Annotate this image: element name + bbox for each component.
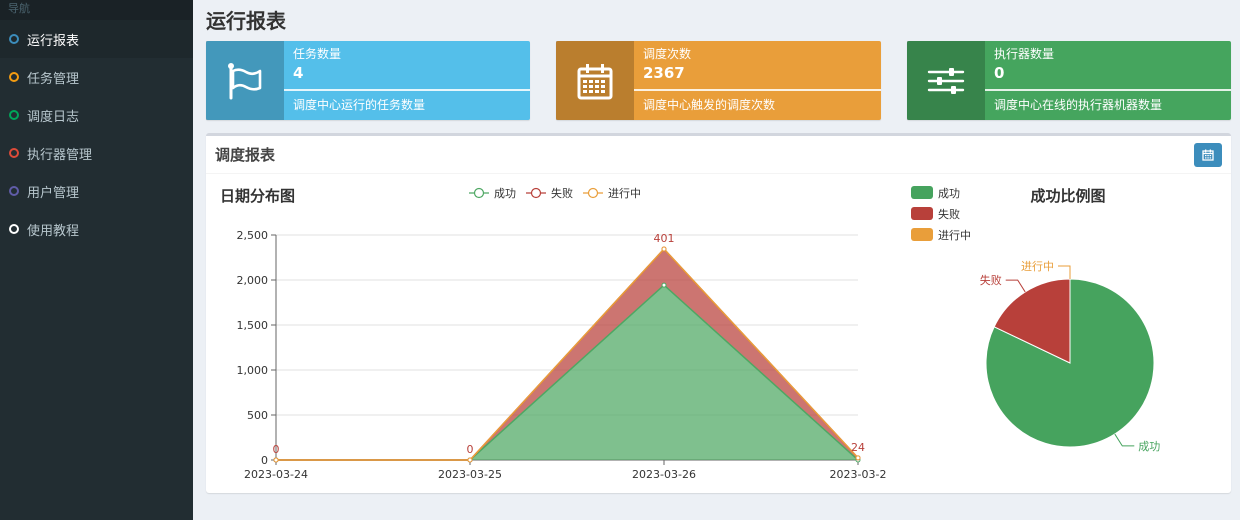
sliders-icon (907, 41, 985, 120)
sidebar-item[interactable]: 调度日志 (0, 96, 193, 134)
sidebar-item[interactable]: 使用教程 (0, 210, 193, 248)
sidebar-item[interactable]: 运行报表 (0, 20, 193, 58)
legend-item: 进行中 (583, 187, 641, 200)
page-title: 运行报表 (206, 9, 286, 33)
data-label: 0 (273, 443, 280, 456)
legend-marker (530, 187, 542, 199)
legend-item: 成功 (469, 187, 516, 200)
legend-swatch (911, 228, 933, 241)
data-point (855, 455, 861, 461)
calendar-icon (556, 41, 634, 120)
legend-swatch (911, 207, 933, 220)
pie-leader-line (1005, 279, 1026, 293)
data-label: 401 (654, 232, 675, 245)
date-distribution-chart: 日期分布图 成功 失败 进行中 0 500 1,000 1,500 2,000 2,500 2023… (220, 186, 887, 481)
x-tick-label: 2023-03-2 (830, 468, 887, 481)
schedule-report-panel: 调度报表 日期分布图 成功 失败 进行中 0 500 1,000 1,500 2,000 2,50… (206, 133, 1231, 493)
card-label: 任务数量 (293, 47, 342, 61)
sidebar-item-label: 执行器管理 (27, 147, 93, 163)
sidebar-item-label: 使用教程 (27, 223, 80, 239)
pie-label: 成功 (1138, 440, 1160, 453)
sidebar-header: 导航 (0, 0, 193, 20)
sidebar-item[interactable]: 任务管理 (0, 58, 193, 96)
legend-label: 成功 (494, 187, 516, 200)
card-desc: 调度中心触发的调度次数 (643, 98, 776, 112)
data-label: 24 (851, 441, 865, 454)
data-point (661, 282, 667, 288)
card-progress (985, 89, 1231, 91)
circle-icon (9, 186, 19, 196)
legend-marker (473, 187, 485, 199)
y-tick-label: 500 (247, 409, 268, 422)
legend-item: 失败 (911, 207, 960, 221)
data-point (273, 457, 279, 463)
info-box-schedule-count: 调度次数 2367 调度中心触发的调度次数 (556, 41, 881, 120)
circle-icon (9, 148, 19, 158)
x-tick-label: 2023-03-25 (438, 468, 502, 481)
y-tick-label: 2,500 (237, 229, 269, 242)
pie-title: 成功比例图 (1030, 187, 1105, 205)
legend-label: 失败 (938, 207, 960, 221)
card-value: 2367 (643, 64, 685, 82)
circle-icon (9, 110, 19, 120)
sidebar-item[interactable]: 用户管理 (0, 172, 193, 210)
legend-label: 进行中 (608, 187, 641, 200)
sidebar-item[interactable]: 执行器管理 (0, 134, 193, 172)
legend-marker (587, 187, 599, 199)
y-tick-label: 1,000 (237, 364, 269, 377)
legend-label: 进行中 (938, 229, 971, 242)
card-label: 调度次数 (643, 47, 692, 61)
card-progress (284, 89, 530, 91)
y-tick-label: 0 (261, 454, 268, 467)
sidebar-item-label: 任务管理 (27, 71, 80, 87)
card-value: 4 (293, 64, 304, 82)
data-label: 0 (467, 443, 474, 456)
info-box-executor-count: 执行器数量 0 调度中心在线的执行器机器数量 (907, 41, 1231, 120)
flag-icon (206, 41, 284, 120)
sidebar-item-label: 用户管理 (27, 185, 80, 201)
circle-icon (9, 224, 19, 234)
legend-label: 成功 (938, 187, 960, 200)
chart-title: 日期分布图 (220, 187, 295, 205)
pie-label: 进行中 (1021, 260, 1054, 273)
pie-leader-line (1114, 433, 1135, 447)
data-point (661, 246, 667, 252)
card-progress (634, 89, 881, 91)
main-content: 运行报表 任务数量 4 调度中心运行的任务数量 调度次数 2367 调度中心触发… (193, 0, 1240, 520)
info-box-task-count: 任务数量 4 调度中心运行的任务数量 (206, 41, 530, 120)
legend-item: 失败 (526, 186, 573, 200)
calendar-icon (1202, 149, 1214, 161)
legend-item: 成功 (911, 186, 960, 200)
sidebar-item-label: 调度日志 (27, 109, 80, 125)
data-point (467, 457, 473, 463)
circle-icon (9, 72, 19, 82)
pie-label: 失败 (980, 273, 1002, 287)
legend-item: 进行中 (911, 228, 971, 242)
y-tick-label: 2,000 (237, 274, 269, 287)
sidebar-nav: 运行报表任务管理调度日志执行器管理用户管理使用教程 (0, 20, 193, 248)
panel-title: 调度报表 (215, 146, 276, 164)
legend-label: 失败 (551, 186, 573, 200)
panel-divider (206, 173, 1231, 174)
success-ratio-chart: 成功比例图成功失败进行中成功失败进行中 (911, 186, 1160, 453)
card-desc: 调度中心运行的任务数量 (293, 98, 426, 112)
card-value: 0 (994, 64, 1005, 82)
sidebar: 导航 运行报表任务管理调度日志执行器管理用户管理使用教程 (0, 0, 193, 520)
y-tick-label: 1,500 (237, 319, 269, 332)
legend-swatch (911, 186, 933, 199)
pie-leader-line (1058, 265, 1071, 279)
x-tick-label: 2023-03-26 (632, 468, 696, 481)
circle-icon (9, 34, 19, 44)
x-tick-label: 2023-03-24 (244, 468, 308, 481)
card-label: 执行器数量 (994, 47, 1055, 61)
date-range-button[interactable] (1194, 143, 1222, 167)
sidebar-item-label: 运行报表 (27, 33, 80, 49)
card-desc: 调度中心在线的执行器机器数量 (994, 98, 1163, 112)
